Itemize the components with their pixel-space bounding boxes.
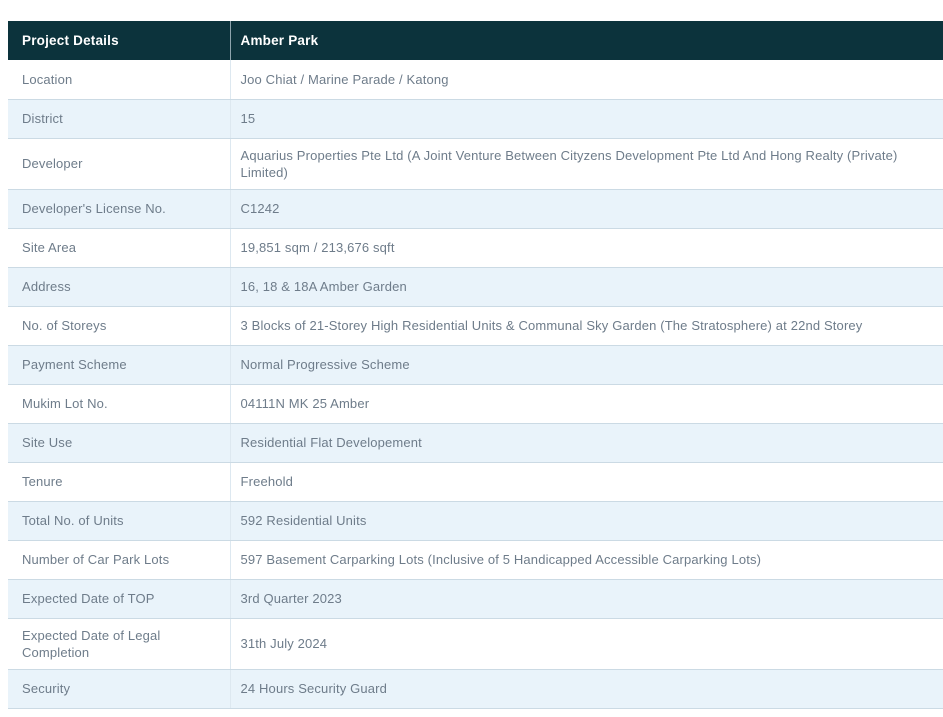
row-value: 3 Blocks of 21-Storey High Residential U… xyxy=(230,306,943,345)
table-row: Total No. of Units592 Residential Units xyxy=(8,501,943,540)
row-value: 15 xyxy=(230,99,943,138)
header-cell-project-details: Project Details xyxy=(8,21,230,60)
table-header: Project Details Amber Park xyxy=(8,21,943,60)
row-value: 592 Residential Units xyxy=(230,501,943,540)
row-value: C1242 xyxy=(230,189,943,228)
row-value: Residential Flat Developement xyxy=(230,423,943,462)
row-label: Expected Date of TOP xyxy=(8,579,230,618)
table-row: Number of Car Park Lots597 Basement Carp… xyxy=(8,540,943,579)
row-label: Security xyxy=(8,669,230,708)
header-cell-project-name: Amber Park xyxy=(230,21,943,60)
row-label: No. of Storeys xyxy=(8,306,230,345)
project-details-table-container: Project Details Amber Park LocationJoo C… xyxy=(8,21,943,709)
row-label: Address xyxy=(8,267,230,306)
table-row: Security24 Hours Security Guard xyxy=(8,669,943,708)
row-label: Developer xyxy=(8,138,230,189)
header-row: Project Details Amber Park xyxy=(8,21,943,60)
row-label: Payment Scheme xyxy=(8,345,230,384)
table-row: Site Area19,851 sqm / 213,676 sqft xyxy=(8,228,943,267)
project-details-table: Project Details Amber Park LocationJoo C… xyxy=(8,21,943,709)
row-label: Tenure xyxy=(8,462,230,501)
row-label: Total No. of Units xyxy=(8,501,230,540)
row-value: Freehold xyxy=(230,462,943,501)
table-row: Address16, 18 & 18A Amber Garden xyxy=(8,267,943,306)
row-label: Expected Date of Legal Completion xyxy=(8,618,230,669)
table-row: DeveloperAquarius Properties Pte Ltd (A … xyxy=(8,138,943,189)
table-row: No. of Storeys3 Blocks of 21-Storey High… xyxy=(8,306,943,345)
row-value: 3rd Quarter 2023 xyxy=(230,579,943,618)
row-value: Joo Chiat / Marine Parade / Katong xyxy=(230,60,943,99)
table-row: Payment SchemeNormal Progressive Scheme xyxy=(8,345,943,384)
table-row: TenureFreehold xyxy=(8,462,943,501)
row-label: Site Area xyxy=(8,228,230,267)
table-row: Site UseResidential Flat Developement xyxy=(8,423,943,462)
row-value: 04111N MK 25 Amber xyxy=(230,384,943,423)
row-value: 597 Basement Carparking Lots (Inclusive … xyxy=(230,540,943,579)
row-label: Number of Car Park Lots xyxy=(8,540,230,579)
row-label: Site Use xyxy=(8,423,230,462)
table-row: Expected Date of Legal Completion31th Ju… xyxy=(8,618,943,669)
row-value: Aquarius Properties Pte Ltd (A Joint Ven… xyxy=(230,138,943,189)
row-value: Normal Progressive Scheme xyxy=(230,345,943,384)
project-table-body: LocationJoo Chiat / Marine Parade / Kato… xyxy=(8,60,943,708)
table-row: District15 xyxy=(8,99,943,138)
table-row: Developer's License No.C1242 xyxy=(8,189,943,228)
table-row: LocationJoo Chiat / Marine Parade / Kato… xyxy=(8,60,943,99)
row-label: Location xyxy=(8,60,230,99)
row-value: 16, 18 & 18A Amber Garden xyxy=(230,267,943,306)
row-label: District xyxy=(8,99,230,138)
table-row: Mukim Lot No.04111N MK 25 Amber xyxy=(8,384,943,423)
table-row: Expected Date of TOP3rd Quarter 2023 xyxy=(8,579,943,618)
row-label: Mukim Lot No. xyxy=(8,384,230,423)
row-value: 19,851 sqm / 213,676 sqft xyxy=(230,228,943,267)
row-value: 24 Hours Security Guard xyxy=(230,669,943,708)
row-label: Developer's License No. xyxy=(8,189,230,228)
row-value: 31th July 2024 xyxy=(230,618,943,669)
